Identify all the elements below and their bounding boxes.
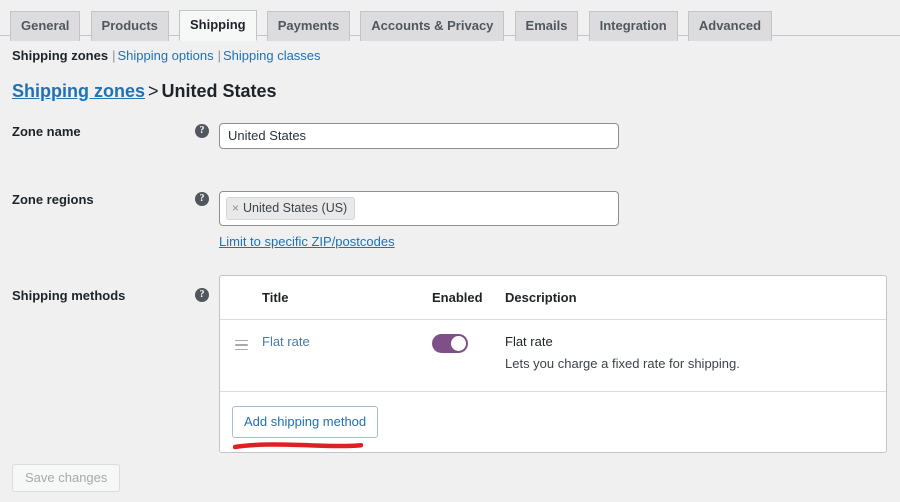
- add-shipping-method-button[interactable]: Add shipping method: [232, 405, 379, 439]
- form-row-zone-regions: Zone regions ? × United States (US) Limit…: [0, 190, 900, 249]
- subnav-item-shipping-classes[interactable]: Shipping classes: [223, 48, 321, 63]
- breadcrumb-separator: >: [148, 81, 159, 101]
- tab-general[interactable]: General: [10, 11, 81, 42]
- drag-handle-icon[interactable]: [234, 337, 248, 354]
- breadcrumb-current-zone: United States: [161, 81, 277, 101]
- tab-products[interactable]: Products: [90, 11, 169, 42]
- method-description-title: Flat rate: [505, 333, 553, 349]
- shipping-subnav: Shipping zones | Shipping options | Shipping…: [12, 48, 900, 63]
- zone-name-input[interactable]: [219, 122, 619, 149]
- row-title-cell: Flat rate: [262, 334, 432, 349]
- method-description-text: Lets you charge a fixed rate for shippin…: [505, 355, 740, 371]
- shipping-zone-form: Zone name ? Zone regions ? × United State…: [0, 122, 900, 454]
- column-header-description: Description: [505, 289, 577, 305]
- region-token-label: United States (US): [243, 200, 348, 215]
- table-row: Flat rate Flat rate Lets you charge a fi…: [220, 320, 886, 392]
- save-changes-button[interactable]: Save changes: [12, 464, 121, 492]
- help-icon-zone-name[interactable]: ?: [195, 123, 209, 138]
- form-row-shipping-methods: Shipping methods ? Title Enabled Descrip…: [0, 274, 900, 454]
- tab-shipping[interactable]: Shipping: [179, 10, 257, 42]
- label-zone-regions: Zone regions: [12, 191, 94, 207]
- help-icon-zone-regions[interactable]: ?: [195, 191, 209, 206]
- label-shipping-methods: Shipping methods: [12, 287, 126, 303]
- page-title: Shipping zones > United States: [12, 81, 900, 103]
- subnav-item-shipping-options[interactable]: Shipping options: [117, 48, 213, 63]
- help-icon-shipping-methods[interactable]: ?: [195, 287, 209, 302]
- limit-zip-postcodes-link[interactable]: Limit to specific ZIP/postcodes: [219, 234, 395, 249]
- shipping-methods-table: Title Enabled Description Flat rate Flat…: [219, 274, 887, 454]
- breadcrumb-link-shipping-zones[interactable]: Shipping zones: [12, 81, 145, 101]
- remove-region-icon[interactable]: ×: [232, 200, 239, 216]
- tab-payments[interactable]: Payments: [266, 11, 351, 42]
- column-header-handle: [220, 296, 262, 299]
- settings-tab-bar: General Products Shipping Payments Accou…: [0, 0, 900, 42]
- column-header-title: Title: [262, 289, 289, 305]
- tab-advanced[interactable]: Advanced: [687, 11, 773, 42]
- field-shipping-methods: Title Enabled Description Flat rate Flat…: [219, 274, 900, 454]
- row-enabled-cell: [432, 333, 505, 353]
- zone-regions-select[interactable]: × United States (US): [219, 190, 619, 226]
- row-drag-cell[interactable]: [220, 334, 262, 357]
- label-zone-name: Zone name: [12, 123, 81, 139]
- row-description-cell: Flat rate Lets you charge a fixed rate f…: [505, 334, 886, 373]
- tab-integration[interactable]: Integration: [588, 11, 678, 42]
- enabled-toggle[interactable]: [432, 333, 468, 353]
- form-footer: Save changes: [12, 464, 121, 492]
- field-zone-regions: × United States (US) Limit to specific ZI…: [219, 190, 900, 249]
- region-token[interactable]: × United States (US): [226, 196, 356, 220]
- toggle-knob: [451, 335, 466, 351]
- form-row-zone-name: Zone name ?: [0, 122, 900, 149]
- field-zone-name: [219, 122, 900, 149]
- subnav-item-shipping-zones[interactable]: Shipping zones: [12, 48, 108, 63]
- tab-accounts-privacy[interactable]: Accounts & Privacy: [360, 11, 505, 42]
- column-header-enabled: Enabled: [432, 289, 483, 305]
- shipping-method-link-flat-rate[interactable]: Flat rate: [262, 334, 310, 349]
- tab-emails[interactable]: Emails: [514, 11, 579, 42]
- subnav-separator-2: |: [217, 48, 221, 63]
- table-header-row: Title Enabled Description: [220, 276, 886, 320]
- table-footer: Add shipping method: [220, 391, 886, 453]
